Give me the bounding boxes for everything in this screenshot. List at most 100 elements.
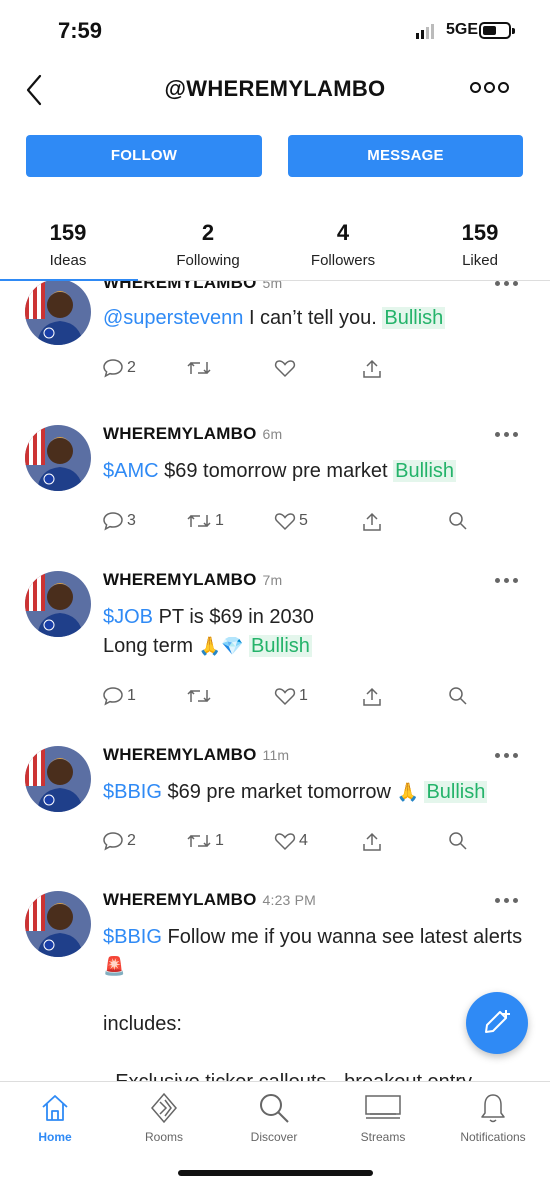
follow-button[interactable]: FOLLOW bbox=[26, 135, 262, 177]
search-post-button[interactable] bbox=[448, 831, 468, 851]
post-time: 7m bbox=[262, 572, 283, 588]
post-body: $BBIG Follow me if you wanna see latest … bbox=[103, 926, 523, 1081]
ticker-link[interactable]: $BBIG bbox=[103, 926, 162, 948]
tab-discover[interactable]: Discover bbox=[224, 1090, 324, 1144]
post-time: 6m bbox=[262, 426, 283, 442]
search-icon bbox=[449, 832, 467, 850]
stat-ideas[interactable]: 159 Ideas bbox=[30, 220, 106, 269]
avatar[interactable] bbox=[25, 891, 91, 957]
stat-label: Followers bbox=[310, 252, 376, 269]
ticker-link[interactable]: $BBIG bbox=[103, 781, 162, 803]
comment-button[interactable]: 2 bbox=[102, 831, 136, 851]
heart-icon bbox=[274, 360, 296, 378]
signal-icon bbox=[416, 23, 434, 39]
share-icon bbox=[363, 359, 381, 378]
share-button[interactable] bbox=[361, 511, 383, 533]
comment-icon bbox=[103, 832, 123, 851]
tab-notifications[interactable]: Notifications bbox=[443, 1090, 543, 1144]
share-icon bbox=[363, 512, 381, 531]
comment-icon bbox=[103, 359, 123, 378]
nav-header: @WHEREMYLAMBO bbox=[0, 62, 550, 118]
ticker-link[interactable]: $JOB bbox=[103, 606, 153, 628]
post-actions: 2 bbox=[102, 358, 482, 380]
stat-label: Liked bbox=[462, 252, 498, 269]
home-indicator bbox=[178, 1170, 373, 1176]
siren-emoji: 🚨 bbox=[103, 956, 126, 977]
tab-rooms[interactable]: Rooms bbox=[114, 1090, 214, 1144]
stat-label: Ideas bbox=[49, 252, 87, 269]
avatar[interactable] bbox=[25, 571, 91, 637]
heart-icon bbox=[274, 833, 296, 851]
stat-value: 159 bbox=[49, 220, 87, 245]
reshare-button[interactable] bbox=[186, 686, 215, 706]
comment-icon bbox=[103, 512, 123, 531]
tab-home[interactable]: Home bbox=[5, 1090, 105, 1144]
compose-button[interactable] bbox=[466, 992, 528, 1054]
stat-followers[interactable]: 4 Followers bbox=[298, 220, 388, 269]
tab-streams[interactable]: Streams bbox=[333, 1090, 433, 1144]
search-icon bbox=[260, 1094, 289, 1123]
like-button[interactable]: 4 bbox=[274, 831, 308, 851]
post-author[interactable]: WHEREMYLAMBO 5m bbox=[103, 281, 282, 293]
post-author[interactable]: WHEREMYLAMBO 11m bbox=[103, 745, 289, 765]
sentiment-badge: Bullish bbox=[382, 307, 446, 329]
post-actions: 2 1 4 bbox=[102, 831, 482, 853]
post-author[interactable]: WHEREMYLAMBO 6m bbox=[103, 424, 282, 444]
user-mention[interactable]: @superstevenn bbox=[103, 307, 243, 329]
comment-button[interactable]: 3 bbox=[102, 511, 136, 531]
post-time: 11m bbox=[262, 747, 290, 763]
post-more-button[interactable] bbox=[495, 281, 518, 286]
message-feed[interactable]: WHEREMYLAMBO 5m @superstevenn I can’t tel… bbox=[0, 281, 550, 1081]
pray-diamond-emoji: 🙏💎 bbox=[198, 636, 244, 657]
reshare-button[interactable]: 1 bbox=[186, 511, 224, 531]
pray-emoji: 🙏 bbox=[396, 782, 419, 803]
comment-button[interactable]: 2 bbox=[102, 358, 136, 378]
status-time: 7:59 bbox=[58, 18, 103, 43]
heart-icon bbox=[274, 513, 296, 531]
bell-icon bbox=[481, 1094, 505, 1123]
post-body: $JOB PT is $69 in 2030 Long term 🙏💎 Bulli… bbox=[103, 606, 314, 657]
stat-liked[interactable]: 159 Liked bbox=[448, 220, 512, 269]
comment-button[interactable]: 1 bbox=[102, 686, 136, 706]
stat-following[interactable]: 2 Following bbox=[160, 220, 256, 269]
avatar[interactable] bbox=[25, 281, 91, 345]
post-more-button[interactable] bbox=[495, 578, 518, 583]
like-button[interactable]: 1 bbox=[274, 686, 308, 706]
reshare-button[interactable] bbox=[186, 358, 215, 378]
share-button[interactable] bbox=[361, 358, 383, 380]
post-more-button[interactable] bbox=[495, 753, 518, 758]
ticker-link[interactable]: $AMC bbox=[103, 460, 159, 482]
share-button[interactable] bbox=[361, 686, 383, 708]
more-icon bbox=[470, 82, 481, 93]
post-actions: 1 1 bbox=[102, 686, 482, 708]
stat-value: 159 bbox=[461, 220, 499, 245]
search-post-button[interactable] bbox=[448, 686, 468, 706]
search-icon bbox=[449, 512, 467, 530]
rooms-icon bbox=[151, 1092, 177, 1124]
post-body: $BBIG $69 pre market tomorrow 🙏 Bullish bbox=[103, 781, 488, 803]
profile-stats: 159 Ideas 2 Following 4 Followers 159 Li… bbox=[0, 220, 550, 280]
post-more-button[interactable] bbox=[495, 898, 518, 903]
avatar[interactable] bbox=[25, 425, 91, 491]
reshare-icon bbox=[187, 361, 211, 375]
post-more-button[interactable] bbox=[495, 432, 518, 437]
sentiment-badge: Bullish bbox=[424, 781, 488, 803]
stat-label: Following bbox=[176, 252, 240, 269]
avatar[interactable] bbox=[25, 746, 91, 812]
message-button[interactable]: MESSAGE bbox=[288, 135, 523, 177]
post-author[interactable]: WHEREMYLAMBO 4:23 PM bbox=[103, 890, 316, 910]
post-author[interactable]: WHEREMYLAMBO 7m bbox=[103, 570, 282, 590]
search-post-button[interactable] bbox=[448, 511, 468, 531]
more-options-button[interactable] bbox=[470, 82, 509, 93]
sentiment-badge: Bullish bbox=[393, 460, 457, 482]
reshare-icon bbox=[187, 689, 211, 703]
like-button[interactable]: 5 bbox=[274, 511, 308, 531]
home-icon bbox=[42, 1095, 68, 1121]
post-time: 4:23 PM bbox=[262, 892, 317, 908]
reshare-icon bbox=[187, 514, 211, 528]
share-button[interactable] bbox=[361, 831, 383, 853]
reshare-button[interactable]: 1 bbox=[186, 831, 224, 851]
battery-icon bbox=[479, 22, 515, 39]
like-button[interactable] bbox=[274, 358, 299, 378]
reshare-icon bbox=[187, 834, 211, 848]
